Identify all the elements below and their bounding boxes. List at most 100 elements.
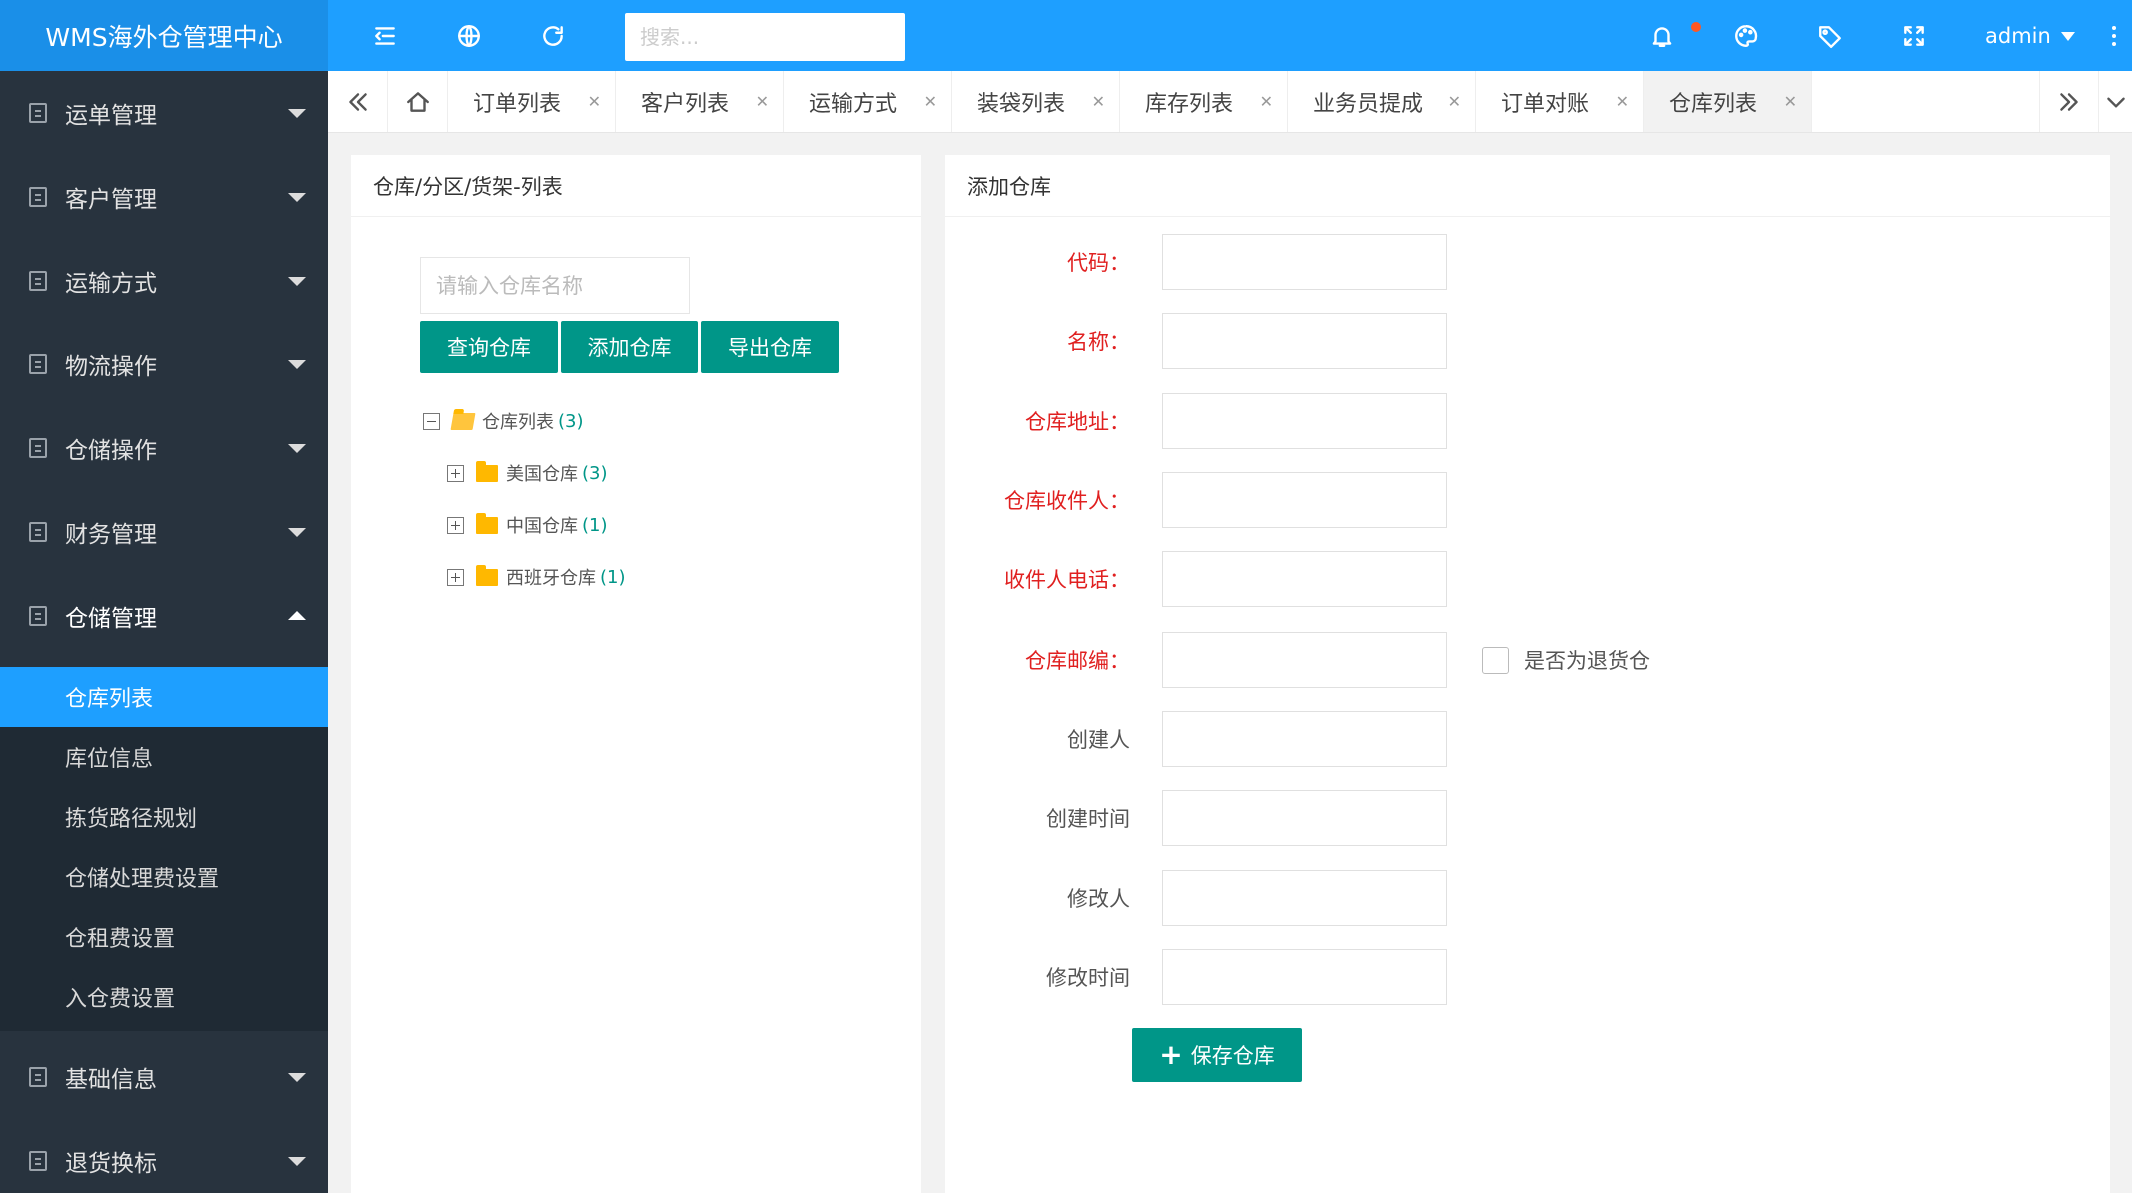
tab-bag-list[interactable]: 装袋列表 ✕ xyxy=(952,71,1120,132)
tree-node-count: (3) xyxy=(582,462,608,484)
sidebar-menu-finance[interactable]: 财务管理 xyxy=(0,490,328,574)
submenu-handling-fee[interactable]: 仓储处理费设置 xyxy=(0,847,328,907)
menu-fold-icon[interactable] xyxy=(365,16,405,56)
fullscreen-icon[interactable] xyxy=(1894,16,1934,56)
caret-down-icon xyxy=(288,277,306,286)
refresh-icon[interactable] xyxy=(533,16,573,56)
close-icon[interactable]: ✕ xyxy=(1092,94,1105,110)
tree-node-es[interactable]: 西班牙仓库 (1) xyxy=(447,562,626,592)
tab-label: 装袋列表 xyxy=(977,91,1066,117)
tree-node-label: 仓库列表 xyxy=(482,412,554,433)
tab-inventory-list[interactable]: 库存列表 ✕ xyxy=(1120,71,1288,132)
tab-bar: 订单列表 ✕ 客户列表 ✕ 运输方式 ✕ 装袋列表 ✕ 库存列表 ✕ 业务员提成 ✕ 订单对… xyxy=(328,71,2132,133)
header-search-input[interactable] xyxy=(625,13,905,61)
export-warehouse-button[interactable]: 导出仓库 xyxy=(701,321,839,373)
caret-down-icon xyxy=(288,360,306,369)
menu-label: 运单管理 xyxy=(65,103,157,129)
clipboard-icon xyxy=(29,354,47,374)
more-vertical-icon[interactable] xyxy=(2104,20,2124,52)
tab-sales-commission[interactable]: 业务员提成 ✕ xyxy=(1288,71,1476,132)
sidebar-menu-shipping[interactable]: 运输方式 xyxy=(0,239,328,323)
sidebar-menu-waybill[interactable]: 运单管理 xyxy=(0,71,328,155)
tab-customer-list[interactable]: 客户列表 ✕ xyxy=(616,71,784,132)
add-warehouse-button[interactable]: 添加仓库 xyxy=(561,321,698,373)
theme-palette-icon[interactable] xyxy=(1726,16,1766,56)
expand-icon[interactable] xyxy=(447,516,464,534)
expand-icon[interactable] xyxy=(447,568,464,586)
modifier-label: 修改人 xyxy=(1067,887,1130,911)
zip-input[interactable] xyxy=(1162,632,1447,688)
folder-icon xyxy=(476,564,498,586)
query-warehouse-button[interactable]: 查询仓库 xyxy=(420,321,558,373)
expand-icon[interactable] xyxy=(447,464,464,482)
submenu-picking-route[interactable]: 拣货路径规划 xyxy=(0,787,328,847)
created-at-input[interactable] xyxy=(1162,790,1447,846)
app-logo-title[interactable]: WMS海外仓管理中心 xyxy=(0,0,328,71)
tab-dropdown-icon[interactable] xyxy=(2099,71,2132,132)
panel-title: 添加仓库 xyxy=(945,155,2110,217)
top-header: WMS海外仓管理中心 admin xyxy=(0,0,2132,71)
clipboard-icon xyxy=(29,187,47,207)
tab-label: 仓库列表 xyxy=(1669,91,1758,117)
tab-label: 订单列表 xyxy=(473,91,562,117)
tab-warehouse-list[interactable]: 仓库列表 ✕ xyxy=(1644,71,1812,132)
name-input[interactable] xyxy=(1162,313,1447,369)
close-icon[interactable]: ✕ xyxy=(1616,94,1629,110)
sidebar-menu-basic-info[interactable]: 基础信息 xyxy=(0,1035,328,1119)
submenu-inbound-fee[interactable]: 入仓费设置 xyxy=(0,967,328,1027)
caret-down-icon xyxy=(2060,31,2075,41)
phone-input[interactable] xyxy=(1162,551,1447,607)
close-icon[interactable]: ✕ xyxy=(1448,94,1461,110)
modified-at-input[interactable] xyxy=(1162,949,1447,1005)
tab-scroll-right-icon[interactable] xyxy=(2039,71,2099,132)
code-input[interactable] xyxy=(1162,234,1447,290)
creator-input[interactable] xyxy=(1162,711,1447,767)
clipboard-icon xyxy=(29,522,47,542)
tree-node-cn[interactable]: 中国仓库 (1) xyxy=(447,510,608,540)
caret-down-icon xyxy=(288,1157,306,1166)
return-warehouse-checkbox[interactable] xyxy=(1482,647,1509,674)
tab-scroll-left-icon[interactable] xyxy=(328,71,388,132)
tab-order-list[interactable]: 订单列表 ✕ xyxy=(448,71,616,132)
panel-title: 仓库/分区/货架-列表 xyxy=(351,155,921,217)
menu-label: 退货换标 xyxy=(65,1151,157,1177)
tab-label: 库存列表 xyxy=(1145,91,1234,117)
address-label: 仓库地址： xyxy=(1025,410,1130,434)
collapse-icon[interactable] xyxy=(423,412,440,430)
submenu-rent-fee[interactable]: 仓租费设置 xyxy=(0,907,328,967)
zip-label: 仓库邮编： xyxy=(1025,649,1130,673)
tab-shipping-method[interactable]: 运输方式 ✕ xyxy=(784,71,952,132)
close-icon[interactable]: ✕ xyxy=(1260,94,1273,110)
save-warehouse-button[interactable]: + 保存仓库 xyxy=(1132,1028,1302,1082)
sidebar-menu-storage-ops[interactable]: 仓储操作 xyxy=(0,406,328,490)
tree-node-root[interactable]: 仓库列表 (3) xyxy=(423,406,584,436)
phone-label: 收件人电话： xyxy=(1004,568,1130,592)
submenu-warehouse-list[interactable]: 仓库列表 xyxy=(0,667,328,727)
modifier-input[interactable] xyxy=(1162,870,1447,926)
tag-icon[interactable] xyxy=(1810,16,1850,56)
warehouse-name-search-input[interactable] xyxy=(420,257,690,314)
close-icon[interactable]: ✕ xyxy=(924,94,937,110)
tab-label: 运输方式 xyxy=(809,91,898,117)
code-label: 代码： xyxy=(1067,251,1130,275)
sidebar-menu-storage-mgmt[interactable]: 仓储管理 xyxy=(0,574,328,658)
tab-label: 业务员提成 xyxy=(1313,91,1424,117)
tree-node-us[interactable]: 美国仓库 (3) xyxy=(447,458,608,488)
bell-icon[interactable] xyxy=(1642,16,1682,56)
tab-order-reconcile[interactable]: 订单对账 ✕ xyxy=(1476,71,1644,132)
home-icon[interactable] xyxy=(388,71,448,132)
submenu-location-info[interactable]: 库位信息 xyxy=(0,727,328,787)
sidebar-menu-logistics[interactable]: 物流操作 xyxy=(0,322,328,406)
receiver-input[interactable] xyxy=(1162,472,1447,528)
address-input[interactable] xyxy=(1162,393,1447,449)
globe-icon[interactable] xyxy=(449,16,489,56)
close-icon[interactable]: ✕ xyxy=(1784,94,1797,110)
close-icon[interactable]: ✕ xyxy=(756,94,769,110)
tree-node-count: (3) xyxy=(558,410,584,432)
user-menu[interactable]: admin xyxy=(1985,20,2075,52)
user-name: admin xyxy=(1985,24,2051,48)
sidebar-menu-customer[interactable]: 客户管理 xyxy=(0,155,328,239)
caret-down-icon xyxy=(288,528,306,537)
close-icon[interactable]: ✕ xyxy=(588,94,601,110)
sidebar-menu-returns[interactable]: 退货换标 xyxy=(0,1119,328,1193)
